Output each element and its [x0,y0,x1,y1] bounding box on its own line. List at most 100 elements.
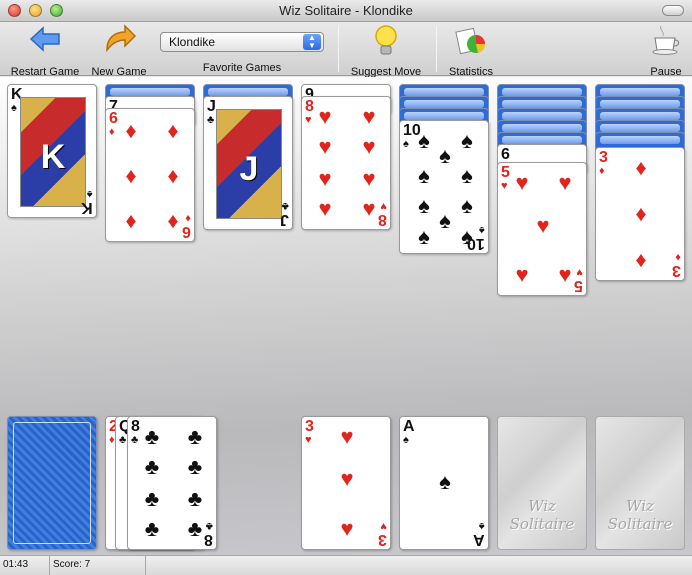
club-pip: ♣ [187,454,203,479]
card-index-inverted: 6 ♦ [182,212,191,240]
card-index-inverted: 8 ♣ [204,520,213,548]
foundation-3-empty-slot[interactable]: Wiz Solitaire [497,416,587,550]
card-index: 8 ♣ [131,418,140,446]
club-pip: ♣ [187,424,203,449]
tableau-5-ten-of-spades[interactable]: 10 ♠ ♠ ♠ ♠ ♠ ♠ ♠ ♠ ♠ ♠ ♠ 10 ♠ [399,120,489,254]
heart-pip: ♥ [558,170,572,195]
diamond-pip: ♦ [635,155,647,180]
diamond-pip: ♦ [125,118,137,143]
spade-pip: ♠ [418,128,430,153]
restart-arrow-icon [6,24,84,60]
heart-pip: ♥ [318,104,332,129]
card-index-inverted: A ♠ [473,520,485,548]
toolbar-separator [436,26,437,72]
diamond-pip: ♦ [635,201,647,226]
status-bar: 01:43 Score: 7 [0,555,692,575]
card-index: 6 [501,146,510,163]
card-index-inverted: 10 ♠ [467,224,485,252]
club-pip: ♣ [144,486,160,511]
tableau-1-king-of-spades[interactable]: K ♠ K K ♠ [7,84,97,218]
spade-pip: ♠ [439,208,451,233]
heart-pip: ♥ [362,104,376,129]
card-index: 3 ♦ [599,149,608,177]
heart-pip: ♥ [340,424,354,449]
tableau-7-three-of-diamonds[interactable]: 3 ♦ ♦ ♦ ♦ 3 ♦ [595,147,685,281]
statistics-icon [442,24,500,60]
favorite-games-select[interactable]: Klondike ▲ ▼ [160,32,324,52]
toolbar-separator [338,26,339,72]
card-index: 5 ♥ [501,164,510,192]
diamond-pip: ♦ [125,163,137,188]
pause-button[interactable]: Pause [644,24,688,78]
wiz-solitaire-watermark: Wiz Solitaire [607,497,673,533]
title-bar: Wiz Solitaire - Klondike [0,0,692,22]
game-table: K ♠ K K ♠ 7 6 ♦ ♦ ♦ ♦ ♦ ♦ ♦ 6 ♦ J ♣ J J ♣ 9 [0,77,692,555]
select-arrows-icon: ▲ ▼ [303,34,321,50]
card-index-inverted: 3 ♦ [672,251,681,279]
foundation-2-ace-of-spades[interactable]: A ♠ ♠ A ♠ [399,416,489,550]
spade-pip: ♠ [439,469,451,494]
jack-face-picture: J [216,109,282,219]
favorite-games-value: Klondike [169,35,216,49]
spade-pip: ♠ [461,128,473,153]
heart-pip: ♥ [536,213,550,238]
spade-pip: ♠ [439,143,451,168]
toolbar: Restart Game New Game Favorite Games Klo… [0,22,692,78]
suggest-move-button[interactable]: Suggest Move [346,24,426,78]
lightbulb-icon [346,24,426,60]
spade-pip: ♠ [461,163,473,188]
stock-pile[interactable] [7,416,97,550]
diamond-pip: ♦ [125,208,137,233]
card-index: A ♠ [403,418,415,446]
card-index-inverted: 8 ♥ [378,200,387,228]
tableau-2-six-of-diamonds[interactable]: 6 ♦ ♦ ♦ ♦ ♦ ♦ ♦ 6 ♦ [105,108,195,242]
coffee-cup-icon [644,24,688,60]
diamond-pip: ♦ [635,247,647,272]
card-index-inverted: 3 ♥ [378,520,387,548]
card-index-inverted: 5 ♥ [574,266,583,294]
club-pip: ♣ [187,486,203,511]
foundation-1-three-of-hearts[interactable]: 3 ♥ ♥ ♥ ♥ 3 ♥ [301,416,391,550]
diamond-pip: ♦ [167,118,179,143]
heart-pip: ♥ [318,196,332,221]
club-pip: ♣ [187,516,203,541]
window-title: Wiz Solitaire - Klondike [279,3,413,18]
spade-pip: ♠ [418,163,430,188]
heart-pip: ♥ [515,170,529,195]
heart-pip: ♥ [340,466,354,491]
heart-pip: ♥ [558,262,572,287]
waste-eight-of-clubs[interactable]: 8 ♣ ♣ ♣ ♣ ♣ ♣ ♣ ♣ ♣ 8 ♣ [127,416,217,550]
toolbar-toggle-button[interactable] [662,5,684,16]
new-game-button[interactable]: New Game [86,24,152,78]
tableau-4-eight-of-hearts[interactable]: 8 ♥ ♥ ♥ ♥ ♥ ♥ ♥ ♥ ♥ 8 ♥ [301,96,391,230]
card-index-inverted: K ♠ [81,188,93,216]
spade-pip: ♠ [418,193,430,218]
spade-pip: ♠ [418,224,430,249]
heart-pip: ♥ [318,134,332,159]
heart-pip: ♥ [362,166,376,191]
heart-pip: ♥ [515,262,529,287]
heart-pip: ♥ [318,166,332,191]
tableau-6-five-of-hearts[interactable]: 5 ♥ ♥ ♥ ♥ ♥ ♥ 5 ♥ [497,162,587,296]
heart-pip: ♥ [362,134,376,159]
favorite-games-label: Favorite Games [202,62,282,74]
statistics-button[interactable]: Statistics [442,24,500,78]
card-index-inverted: J ♣ [280,200,289,228]
heart-pip: ♥ [340,516,354,541]
card-index: J ♣ [207,98,216,126]
app-window: Wiz Solitaire - Klondike Restart Game Ne… [0,0,692,575]
card-index: 8 ♥ [305,98,314,126]
tableau-3-jack-of-clubs[interactable]: J ♣ J J ♣ [203,96,293,230]
king-face-picture: K [20,97,86,207]
wiz-solitaire-watermark: Wiz Solitaire [509,497,575,533]
card-index: 6 ♦ [109,110,118,138]
club-pip: ♣ [144,454,160,479]
club-pip: ♣ [144,424,160,449]
spade-pip: ♠ [461,193,473,218]
restart-game-button[interactable]: Restart Game [6,24,84,78]
score: Score: 7 [50,556,146,575]
foundation-4-empty-slot[interactable]: Wiz Solitaire [595,416,685,550]
heart-pip: ♥ [362,196,376,221]
diamond-pip: ♦ [167,208,179,233]
club-pip: ♣ [144,516,160,541]
